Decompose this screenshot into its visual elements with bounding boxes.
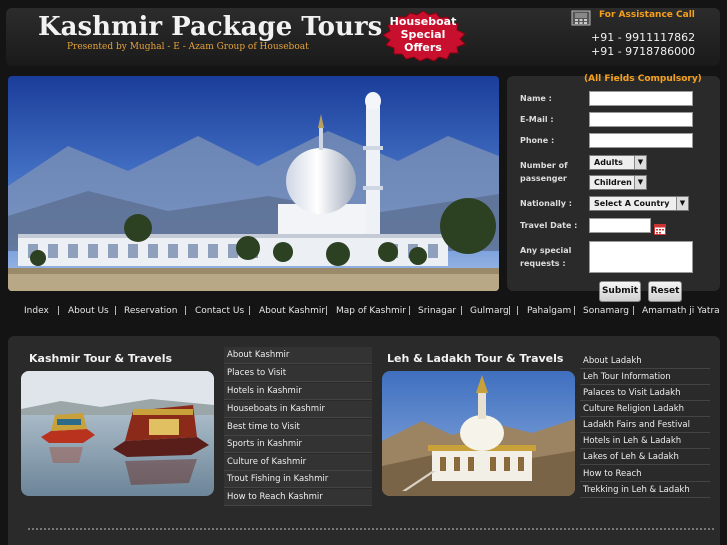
ladakh-link[interactable]: Leh Tour Information — [580, 370, 710, 385]
nav-separator: | — [632, 306, 636, 316]
ladakh-link[interactable]: Trekking in Leh & Ladakh — [580, 483, 710, 498]
houseboat-offer-badge[interactable]: Houseboat Special Offers — [379, 10, 467, 62]
kashmir-link[interactable]: Hotels in Kashmir — [224, 383, 372, 400]
email-input[interactable] — [589, 112, 693, 127]
ladakh-section-title[interactable]: Leh & Ladakh Tour & Travels — [387, 352, 563, 365]
nationality-label: Nationally : — [520, 199, 572, 208]
ladakh-link[interactable]: Lakes of Leh & Ladakh — [580, 450, 710, 465]
ladakh-link[interactable]: Culture Religion Ladakh — [580, 402, 710, 417]
chevron-down-icon: ▼ — [676, 197, 688, 210]
name-label: Name : — [520, 94, 552, 103]
passenger-label-2: passenger — [520, 174, 567, 183]
assistance-label: For Assistance Call — [599, 10, 695, 20]
ladakh-link[interactable]: Palaces to Visit Ladakh — [580, 386, 710, 401]
main-nav: Index | About Us | Reservation | Contact… — [0, 306, 727, 320]
form-note: (All Fields Compulsory) — [584, 74, 702, 84]
nav-separator: | — [573, 306, 577, 316]
country-select[interactable]: Select A Country ▼ — [589, 196, 689, 211]
email-label: E-Mail : — [520, 115, 554, 124]
nav-separator: | — [516, 306, 520, 316]
site-title[interactable]: Kashmir Package Tours — [38, 12, 382, 42]
passenger-label-1: Number of — [520, 161, 568, 170]
children-select[interactable]: Children ▼ — [589, 175, 647, 190]
kashmir-link[interactable]: How to Reach Kashmir — [224, 489, 372, 506]
kashmir-link[interactable]: Houseboats in Kashmir — [224, 401, 372, 418]
nav-separator: | — [184, 306, 188, 316]
nav-gulmarg[interactable]: Gulmarg — [470, 306, 509, 316]
nav-amarnath-ji-yatra[interactable]: Amarnath ji Yatra — [642, 306, 720, 316]
kashmir-link[interactable]: Sports in Kashmir — [224, 436, 372, 453]
nav-index[interactable]: Index — [24, 306, 49, 316]
adults-select[interactable]: Adults ▼ — [589, 155, 647, 170]
ladakh-link[interactable]: About Ladakh — [580, 354, 710, 369]
hazratbal-banner-image — [8, 76, 499, 291]
kashmir-link[interactable]: Places to Visit — [224, 365, 372, 382]
nav-about-us[interactable]: About Us — [68, 306, 109, 316]
nav-separator: | — [460, 306, 464, 316]
special-requests-label-1: Any special — [520, 246, 572, 255]
nav-separator: | — [248, 306, 252, 316]
nav-pahalgam[interactable]: Pahalgam — [527, 306, 571, 316]
chevron-down-icon: ▼ — [634, 176, 646, 189]
telephone-icon — [571, 10, 591, 26]
kashmir-links: About Kashmir Places to Visit Hotels in … — [224, 347, 372, 507]
kashmir-link[interactable]: About Kashmir — [224, 347, 372, 364]
nav-separator: | — [508, 306, 512, 316]
offer-line-1: Houseboat — [389, 15, 457, 28]
nav-reservation[interactable]: Reservation — [124, 306, 177, 316]
ladakh-link[interactable]: How to Reach — [580, 467, 710, 482]
phone-label: Phone : — [520, 136, 555, 145]
dotted-divider — [28, 528, 714, 530]
reset-button[interactable]: Reset — [648, 281, 682, 302]
nav-srinagar[interactable]: Srinagar — [418, 306, 456, 316]
phone-number-2: +91 - 9718786000 — [591, 45, 696, 58]
country-select-value: Select A Country — [594, 199, 670, 208]
kashmir-link[interactable]: Best time to Visit — [224, 419, 372, 436]
shikara-boat-image[interactable] — [21, 371, 214, 496]
phone-input[interactable] — [589, 133, 693, 148]
nav-contact-us[interactable]: Contact Us — [195, 306, 244, 316]
phone-number-1: +91 - 9911117862 — [591, 31, 696, 44]
kashmir-section-title[interactable]: Kashmir Tour & Travels — [29, 352, 172, 365]
calendar-icon[interactable] — [654, 220, 666, 235]
ladakh-link[interactable]: Hotels in Leh & Ladakh — [580, 434, 710, 449]
travel-date-label: Travel Date : — [520, 221, 578, 230]
offer-line-3: Offers — [404, 41, 442, 54]
nav-separator: | — [325, 306, 329, 316]
ladakh-link[interactable]: Ladakh Fairs and Festival — [580, 418, 710, 433]
kashmir-link[interactable]: Trout Fishing in Kashmir — [224, 471, 372, 488]
special-requests-textarea[interactable] — [589, 241, 693, 273]
name-input[interactable] — [589, 91, 693, 106]
nav-about-kashmir[interactable]: About Kashmir — [259, 306, 325, 316]
nav-sonamarg[interactable]: Sonamarg — [583, 306, 629, 316]
submit-button[interactable]: Submit — [599, 281, 641, 302]
children-select-value: Children — [594, 178, 632, 187]
tagline: Presented by Mughal - E - Azam Group of … — [67, 42, 309, 52]
special-requests-label-2: requests : — [520, 259, 566, 268]
nav-separator: | — [114, 306, 118, 316]
offer-line-2: Special — [400, 28, 446, 41]
nav-separator: | — [57, 306, 61, 316]
nav-map-of-kashmir[interactable]: Map of Kashmir — [336, 306, 406, 316]
chevron-down-icon: ▼ — [634, 156, 646, 169]
nav-separator: | — [408, 306, 412, 316]
shanti-stupa-image[interactable] — [382, 371, 575, 496]
ladakh-links: About Ladakh Leh Tour Information Palace… — [580, 354, 710, 500]
travel-date-input[interactable] — [589, 218, 651, 233]
adults-select-value: Adults — [594, 158, 623, 167]
kashmir-link[interactable]: Culture of Kashmir — [224, 454, 372, 471]
